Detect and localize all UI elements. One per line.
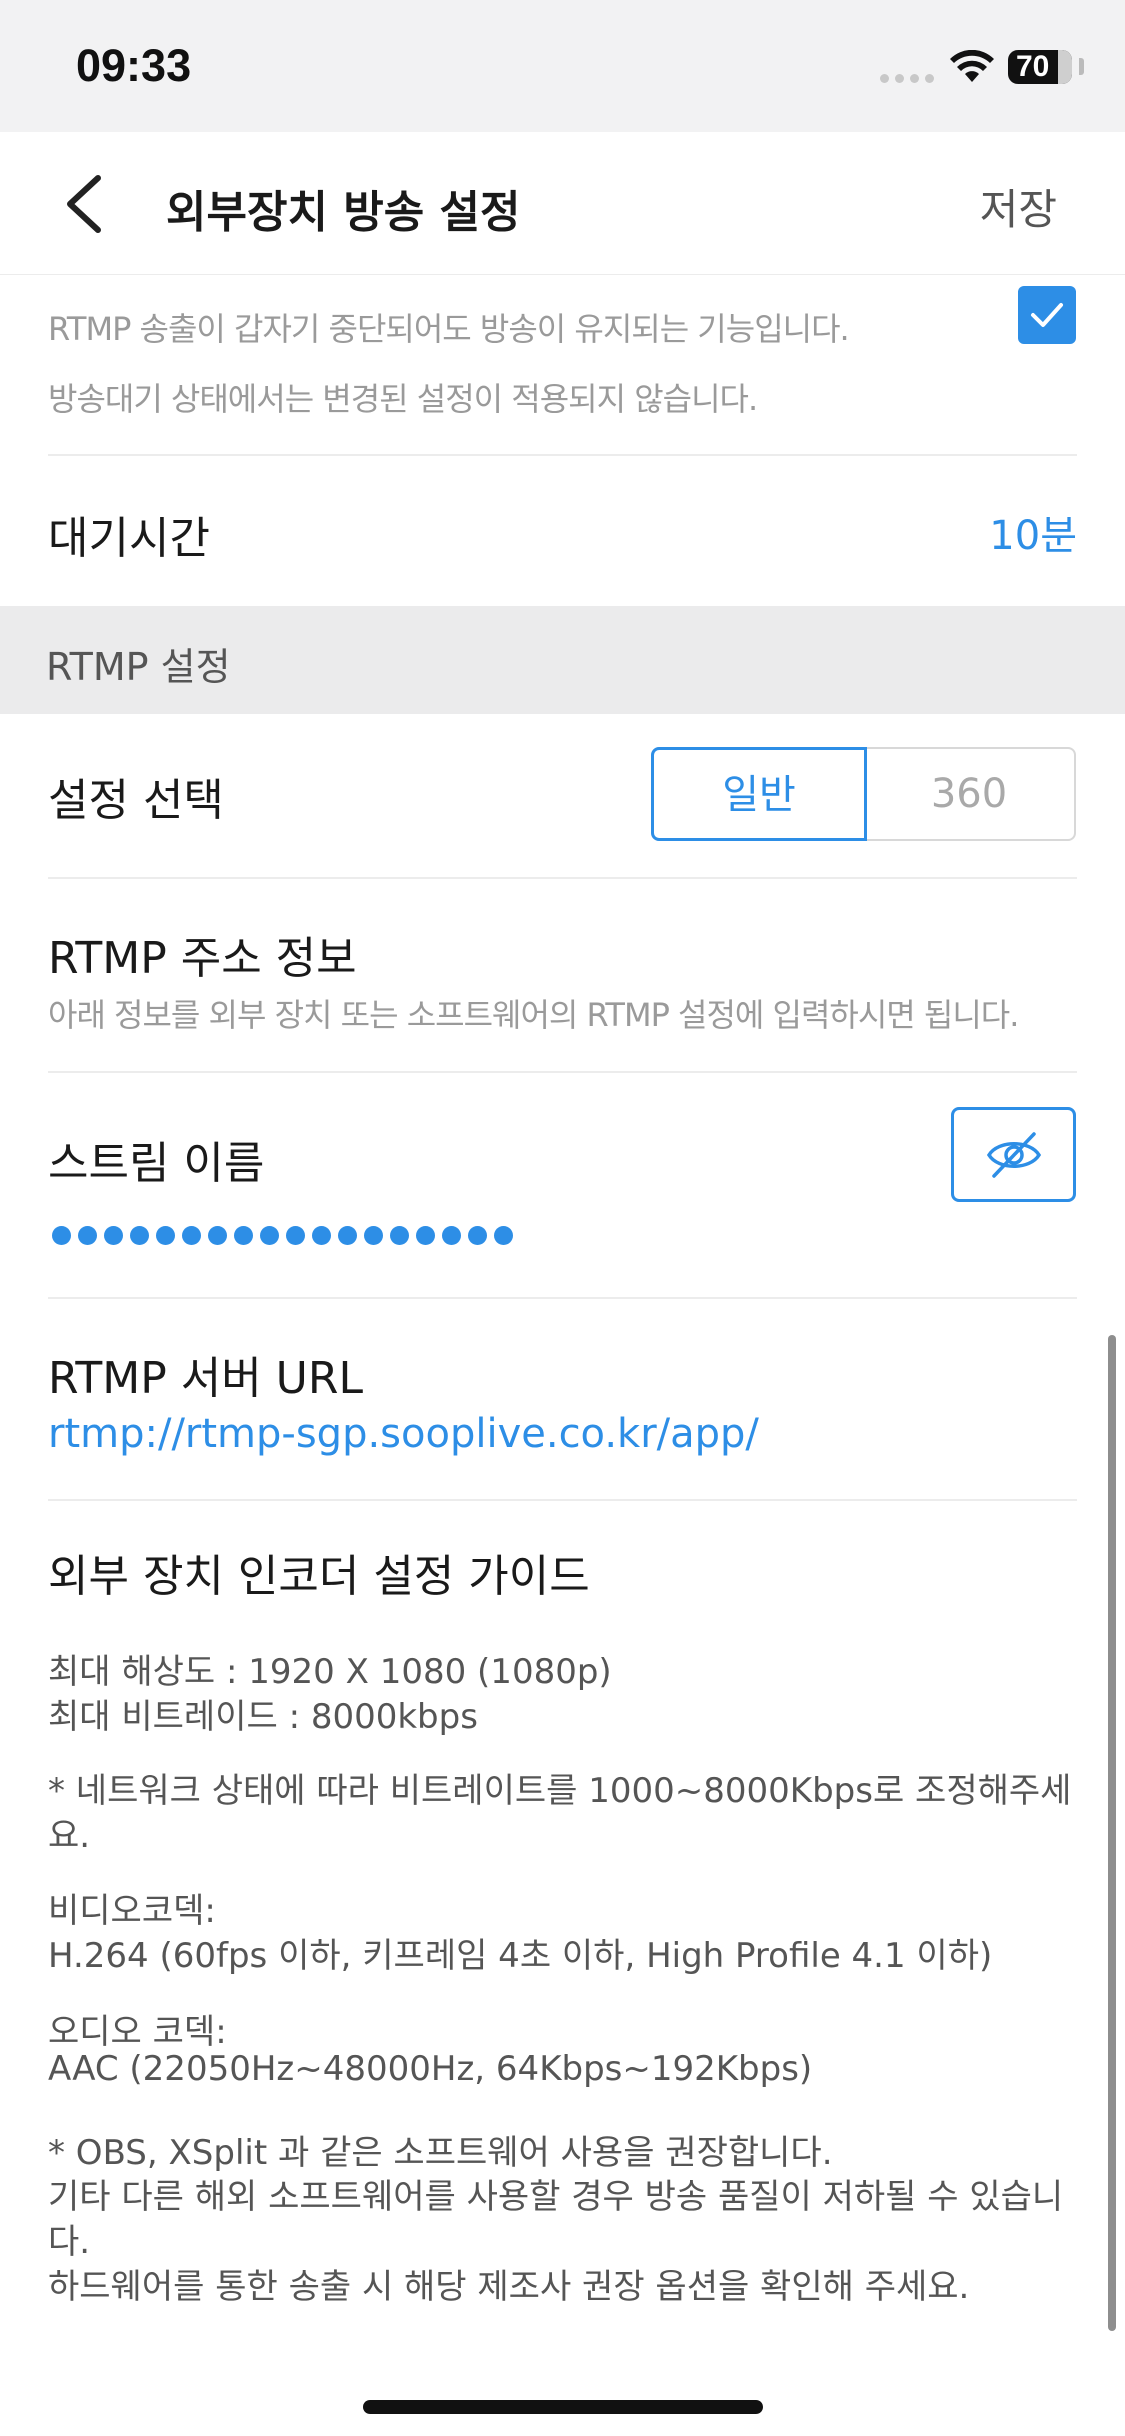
cellular-signal-icon — [880, 74, 936, 84]
status-time: 09:33 — [76, 40, 192, 91]
mask-dot — [130, 1226, 149, 1245]
status-bar: 09:33 70 — [0, 0, 1125, 132]
server-url-link[interactable]: rtmp://rtmp-sgp.sooplive.co.kr/app/ — [48, 1411, 759, 1457]
eye-off-icon — [986, 1132, 1042, 1178]
guide-line: 기타 다른 해외 소프트웨어를 사용할 경우 방송 품질이 저하될 수 있습니 — [48, 2177, 1064, 2217]
segment-normal[interactable]: 일반 — [651, 747, 867, 841]
divider — [48, 1297, 1077, 1299]
guide-line: 최대 비트레이드 : 8000kbps — [48, 1697, 478, 1737]
toggle-visibility-button[interactable] — [951, 1107, 1076, 1202]
mask-dot — [442, 1226, 461, 1245]
rtmp-address-desc: 아래 정보를 외부 장치 또는 소프트웨어의 RTMP 설정에 입력하시면 됩니… — [48, 996, 1019, 1034]
mask-dot — [182, 1226, 201, 1245]
guide-line: AAC (22050Hz~48000Hz, 64Kbps~192Kbps) — [48, 2049, 813, 2089]
mask-dot — [364, 1226, 383, 1245]
guide-line: 최대 해상도 : 1920 X 1080 (1080p) — [48, 1652, 612, 1692]
save-button[interactable]: 저장 — [980, 176, 1057, 237]
mask-dot — [338, 1226, 357, 1245]
mask-dot — [468, 1226, 487, 1245]
guide-line: 하드웨어를 통한 송출 시 해당 제조사 권장 옵션을 확인해 주세요. — [48, 2267, 970, 2307]
mask-dot — [52, 1226, 71, 1245]
page-title: 외부장치 방송 설정 — [166, 187, 521, 238]
keep-broadcast-desc: RTMP 송출이 갑자기 중단되어도 방송이 유지되는 기능입니다. — [48, 310, 850, 348]
rtmp-address-title: RTMP 주소 정보 — [48, 933, 357, 984]
segment-360[interactable]: 360 — [864, 747, 1076, 841]
standby-desc: 방송대기 상태에서는 변경된 설정이 적용되지 않습니다. — [48, 380, 758, 418]
mask-dot — [390, 1226, 409, 1245]
divider — [48, 877, 1077, 879]
back-chevron-icon[interactable] — [60, 172, 110, 236]
mask-dot — [312, 1226, 331, 1245]
mask-dot — [494, 1226, 513, 1245]
scrollbar[interactable] — [1108, 1335, 1116, 2331]
guide-line: 다. — [48, 2222, 91, 2262]
guide-line: 요. — [48, 1816, 91, 1856]
battery-icon: 70 — [1008, 50, 1084, 84]
wait-time-label: 대기시간 — [48, 513, 210, 564]
stream-name-label: 스트림 이름 — [48, 1138, 265, 1189]
divider — [48, 454, 1077, 456]
guide-line: * OBS, XSplit 과 같은 소프트웨어 사용을 권장합니다. — [48, 2133, 833, 2173]
divider — [48, 1499, 1077, 1501]
home-indicator — [363, 2400, 763, 2414]
mask-dot — [78, 1226, 97, 1245]
setting-select-label: 설정 선택 — [48, 775, 224, 826]
server-url-label: RTMP 서버 URL — [48, 1353, 363, 1404]
mask-dot — [104, 1226, 123, 1245]
section-header-label: RTMP 설정 — [46, 645, 231, 689]
nav-bar: 외부장치 방송 설정 저장 — [0, 132, 1125, 275]
mask-dot — [416, 1226, 435, 1245]
guide-line: 비디오코덱: — [48, 1891, 216, 1931]
rtmp-section-header: RTMP 설정 — [0, 606, 1125, 714]
guide-line: * 네트워크 상태에 따라 비트레이트를 1000~8000Kbps로 조정해주… — [48, 1771, 1072, 1811]
stream-key-masked — [52, 1226, 513, 1245]
guide-title: 외부 장치 인코더 설정 가이드 — [48, 1551, 590, 1602]
mask-dot — [156, 1226, 175, 1245]
divider — [48, 1071, 1077, 1073]
battery-level: 70 — [1016, 50, 1050, 83]
mask-dot — [234, 1226, 253, 1245]
mask-dot — [208, 1226, 227, 1245]
guide-line: H.264 (60fps 이하, 키프레임 4초 이하, High Profil… — [48, 1936, 993, 1976]
keep-broadcast-checkbox[interactable] — [1018, 286, 1076, 344]
check-icon — [1031, 303, 1063, 327]
wifi-icon — [950, 50, 994, 82]
mask-dot — [260, 1226, 279, 1245]
guide-line: 오디오 코덱: — [48, 2012, 227, 2052]
wait-time-value[interactable]: 10분 — [989, 503, 1077, 561]
mask-dot — [286, 1226, 305, 1245]
